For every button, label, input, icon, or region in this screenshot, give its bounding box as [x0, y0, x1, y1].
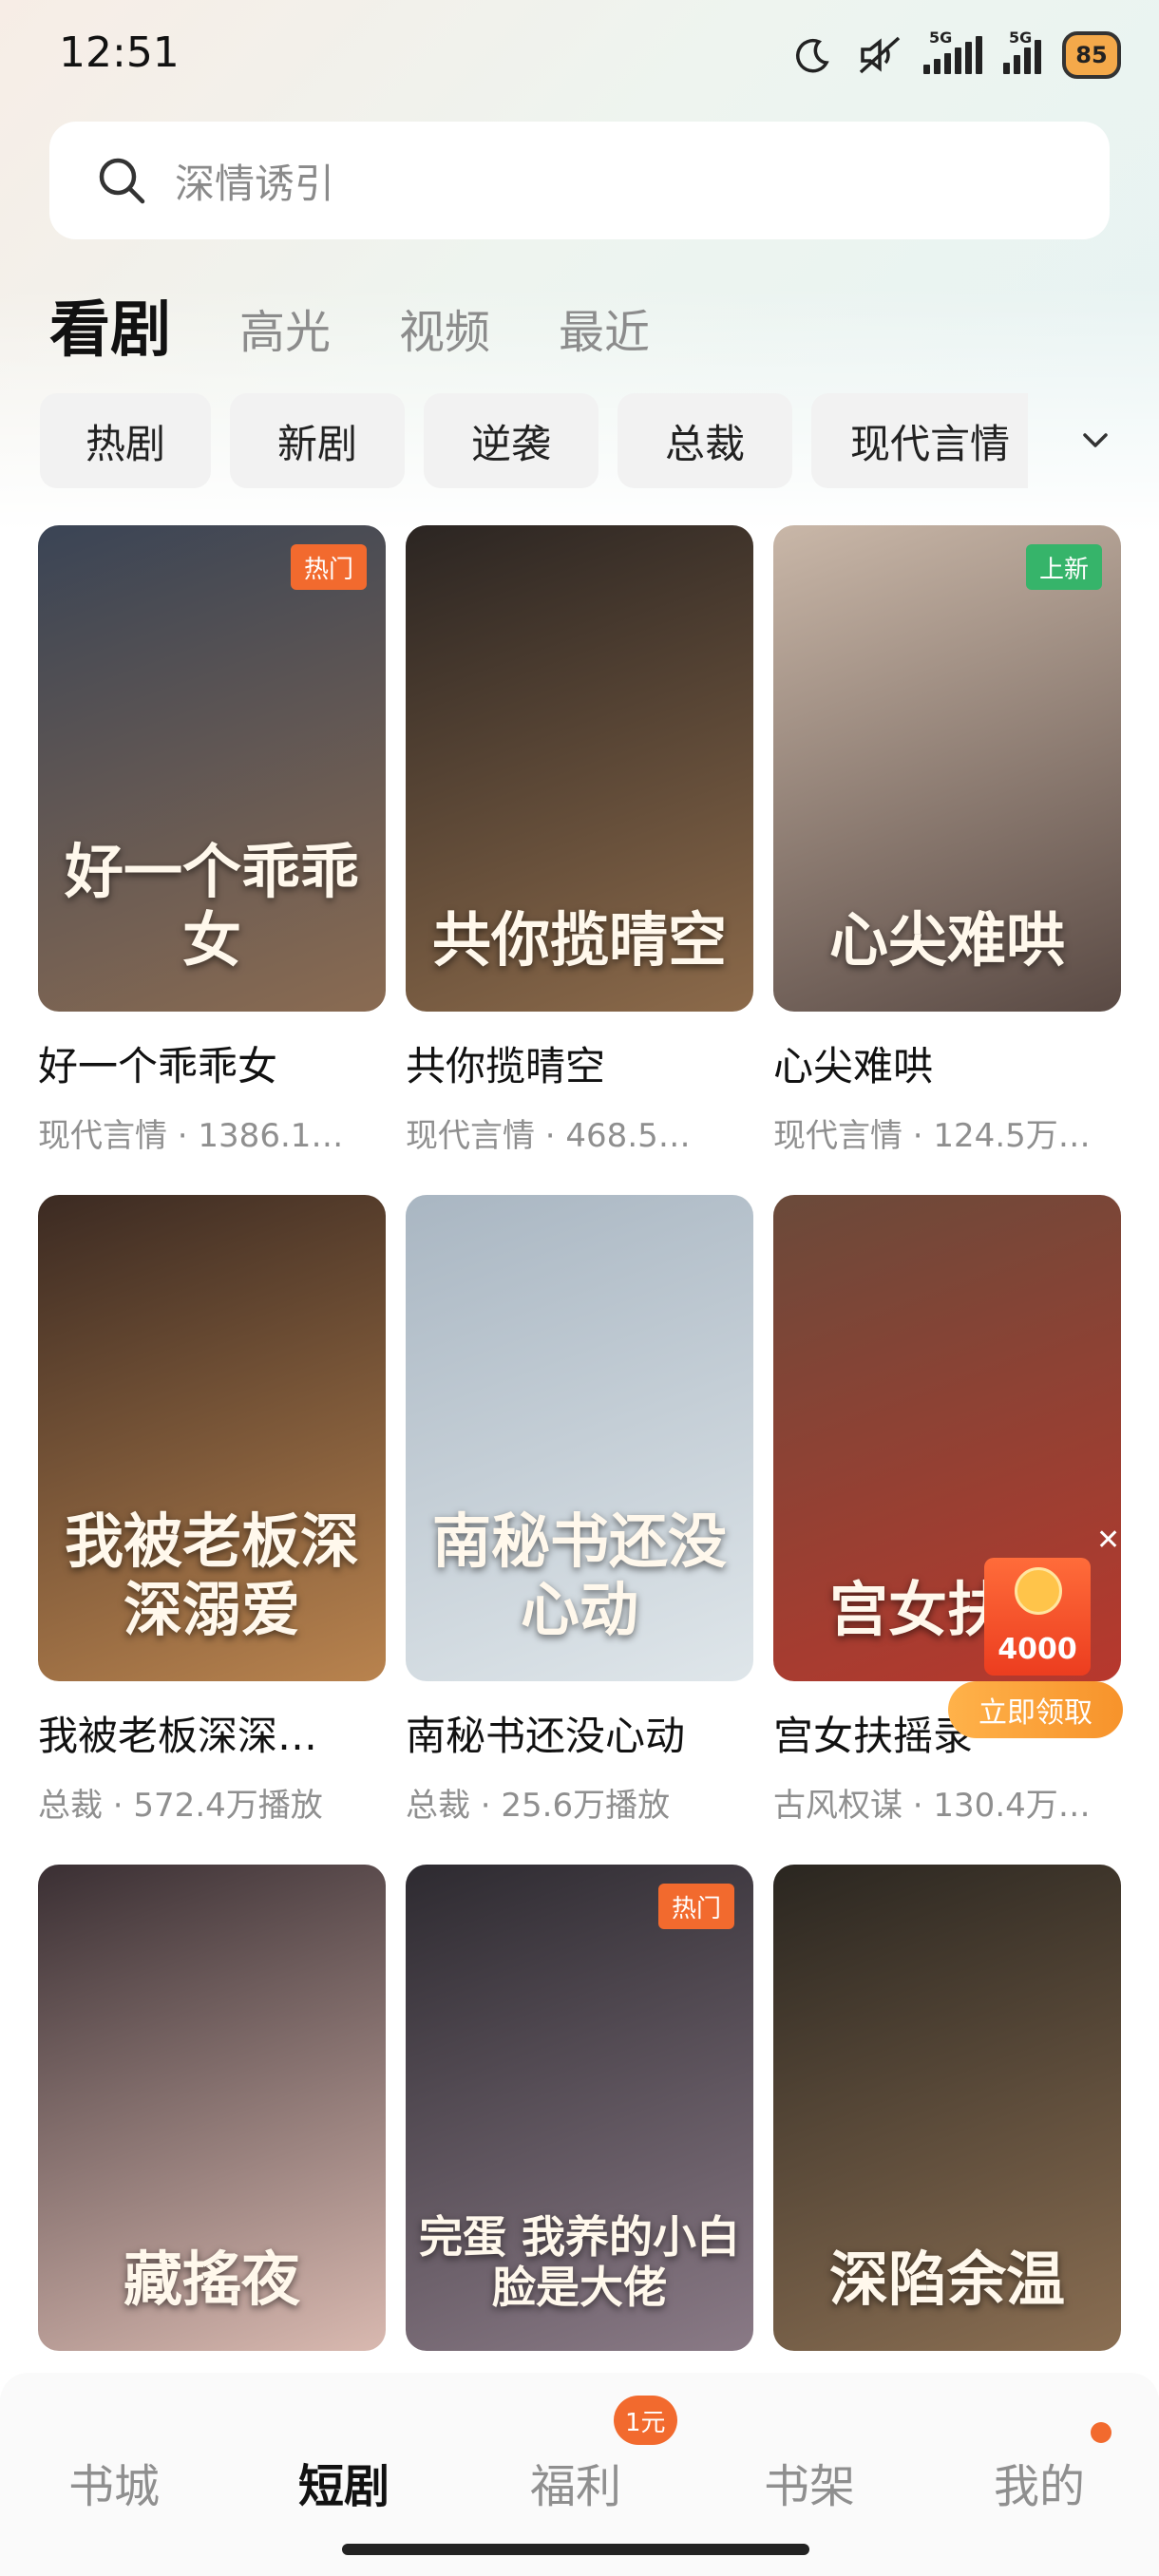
nav-bookshelf[interactable]: 书架: [764, 2449, 855, 2515]
status-bar: 12:51 5G 5G 85: [0, 0, 1159, 114]
mute-icon: [857, 32, 902, 78]
poster-title: 好一个乖乖女: [64, 837, 359, 975]
drama-title: 我被老板深深…: [38, 1713, 318, 1759]
chip-hot[interactable]: 热剧: [40, 393, 211, 488]
drama-poster: 完蛋 我养的小白脸是大佬 热门: [406, 1865, 753, 2351]
hot-badge: 热门: [290, 544, 367, 590]
chip-modern-romance[interactable]: 现代言情: [811, 393, 1028, 488]
tab-videos[interactable]: 视频: [399, 310, 490, 361]
chevron-down-icon[interactable]: [1072, 422, 1119, 460]
chip-ceo[interactable]: 总裁: [618, 393, 792, 488]
drama-poster: 藏搖夜: [38, 1865, 386, 2351]
poster-title: 心尖难哄: [828, 904, 1065, 975]
poster-title: 南秘书还没心动: [431, 1506, 727, 1644]
drama-meta: 古风权谋 · 130.4万…: [773, 1787, 1091, 1825]
network-tag: 5G: [1009, 28, 1033, 47]
drama-poster: 好一个乖乖女 热门: [38, 525, 386, 1012]
claim-reward-button[interactable]: 立即领取: [948, 1681, 1123, 1738]
signal-icon: 5G: [923, 28, 982, 74]
drama-meta: 现代言情 · 468.5…: [406, 1117, 691, 1155]
drama-card[interactable]: 共你揽晴空 共你揽晴空 现代言情 · 468.5…: [406, 525, 753, 1156]
drama-title: 共你揽晴空: [406, 1043, 606, 1089]
drama-title: 南秘书还没心动: [406, 1713, 686, 1759]
drama-title: 心尖难哄: [773, 1043, 934, 1089]
drama-poster: 我被老板深深溺爱: [38, 1195, 386, 1681]
status-icons: 5G 5G 85: [790, 27, 1121, 84]
nav-welfare[interactable]: 福利: [530, 2449, 621, 2515]
tab-highlights[interactable]: 高光: [239, 310, 331, 361]
tab-recent[interactable]: 最近: [559, 310, 650, 361]
poster-title: 深陷余温: [828, 2244, 1065, 2314]
signal-icon: 5G: [1003, 28, 1041, 74]
drama-card[interactable]: 南秘书还没心动 南秘书还没心动 总裁 · 25.6万播放: [406, 1195, 753, 1826]
poster-title: 完蛋 我养的小白脸是大佬: [419, 2211, 741, 2314]
network-tag: 5G: [929, 28, 953, 47]
nav-mine[interactable]: 我的: [994, 2449, 1085, 2515]
drama-meta: 现代言情 · 1386.1…: [38, 1117, 344, 1155]
search-input[interactable]: 深情诱引: [49, 122, 1110, 239]
filter-chips: 热剧 新剧 逆袭 总裁 现代言情: [40, 393, 1028, 488]
notification-dot: [1091, 2422, 1112, 2443]
welfare-badge: 1元: [614, 2396, 677, 2445]
hot-badge: 热门: [657, 1884, 734, 1929]
poster-title: 我被老板深深溺爱: [64, 1506, 359, 1644]
drama-poster: 心尖难哄 上新: [773, 525, 1121, 1012]
moon-icon: [790, 32, 836, 78]
drama-card[interactable]: 藏搖夜: [38, 1865, 386, 2351]
drama-poster: 深陷余温: [773, 1865, 1121, 2351]
close-icon[interactable]: ✕: [1096, 1524, 1120, 1557]
chip-revenge[interactable]: 逆袭: [424, 393, 598, 488]
search-placeholder: 深情诱引: [175, 160, 335, 207]
drama-title: 好一个乖乖女: [38, 1043, 278, 1089]
drama-card[interactable]: 心尖难哄 上新 心尖难哄 现代言情 · 124.5万…: [773, 525, 1121, 1156]
drama-meta: 总裁 · 572.4万播放: [38, 1787, 323, 1825]
drama-card[interactable]: 完蛋 我养的小白脸是大佬 热门: [406, 1865, 753, 2351]
drama-meta: 现代言情 · 124.5万…: [773, 1117, 1091, 1155]
reward-amount: 4000: [998, 1633, 1077, 1666]
chip-new[interactable]: 新剧: [230, 393, 405, 488]
drama-poster: 共你揽晴空: [406, 525, 753, 1012]
poster-title: 共你揽晴空: [431, 904, 727, 975]
nav-bookstore[interactable]: 书城: [68, 2449, 160, 2515]
nav-short-drama[interactable]: 短剧: [298, 2449, 390, 2515]
coin-icon: [1015, 1567, 1062, 1615]
drama-card[interactable]: 好一个乖乖女 热门 好一个乖乖女 现代言情 · 1386.1…: [38, 525, 386, 1156]
poster-title: 藏搖夜: [123, 2244, 300, 2314]
drama-card[interactable]: 深陷余温: [773, 1865, 1121, 2351]
battery-icon: 85: [1062, 31, 1121, 79]
tab-watch[interactable]: 看剧: [49, 300, 171, 361]
drama-poster: 南秘书还没心动: [406, 1195, 753, 1681]
drama-card[interactable]: 我被老板深深溺爱 我被老板深深… 总裁 · 572.4万播放: [38, 1195, 386, 1826]
search-icon: [95, 154, 148, 207]
status-time: 12:51: [59, 28, 180, 77]
drama-meta: 总裁 · 25.6万播放: [406, 1787, 671, 1825]
new-badge: 上新: [1025, 544, 1102, 590]
content-tabs: 看剧 高光 视频 最近: [49, 266, 650, 361]
reward-float[interactable]: ✕ 4000 立即领取: [948, 1510, 1123, 1738]
home-indicator[interactable]: [342, 2544, 809, 2555]
